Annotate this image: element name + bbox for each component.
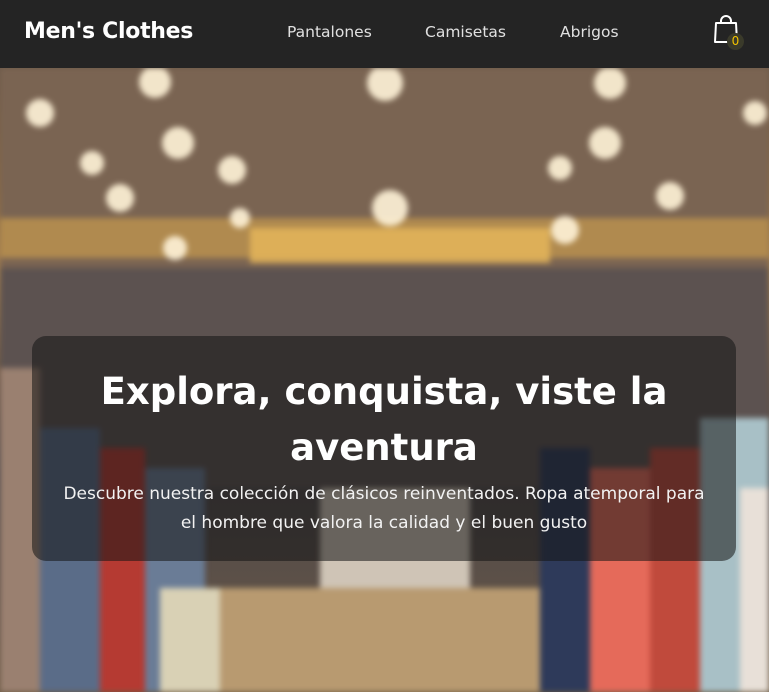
hero-title: Explora, conquista, viste la aventura (100, 370, 668, 469)
hero-subtitle: Descubre nuestra colección de clásicos r… (63, 484, 705, 533)
nav-link-abrigos[interactable]: Abrigos (560, 21, 619, 43)
nav-link-camisetas[interactable]: Camisetas (425, 21, 506, 43)
hero-section: Explora, conquista, viste la aventura De… (0, 68, 769, 692)
brand-logo[interactable]: Men's Clothes (24, 17, 193, 47)
navbar: Men's Clothes Pantalones Camisetas Abrig… (0, 0, 769, 68)
nav-link-pantalones[interactable]: Pantalones (287, 21, 372, 43)
cart-count-badge: 0 (727, 33, 744, 50)
hero-overlay-card: Explora, conquista, viste la aventura De… (32, 336, 736, 561)
cart-button[interactable]: 0 (711, 13, 745, 53)
